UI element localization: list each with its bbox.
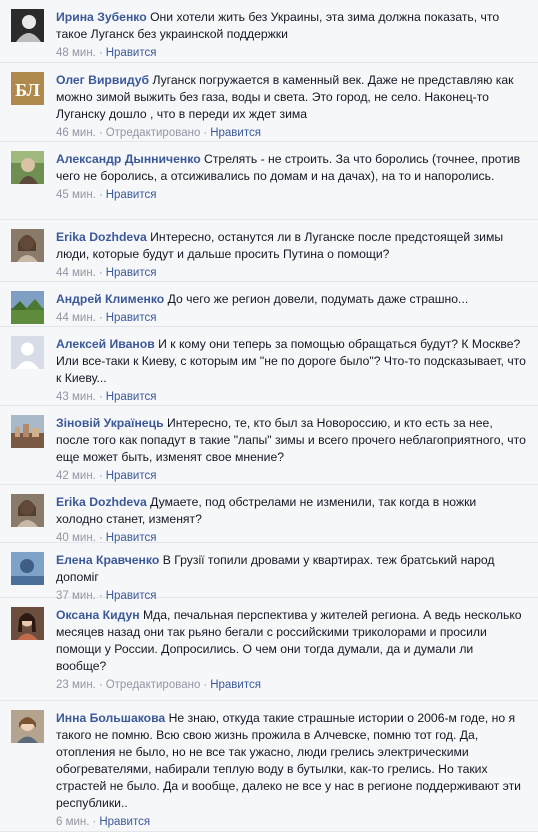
comment-meta: 43 мин. · Нравится [56, 389, 526, 405]
comment-body: Зіновій Українець Интересно, те, кто был… [56, 415, 526, 484]
comment-feed: Ирина Зубенко Они хотели жить без Украин… [0, 0, 538, 832]
comment-author-link[interactable]: Erika Dozhdeva [56, 495, 147, 509]
comment-item: Зіновій Українець Интересно, те, кто был… [0, 406, 538, 485]
comment-item: Erika Dozhdeva Думаете, под обстрелами н… [0, 485, 538, 546]
comment-content: Александр Дынниченко Стрелять - не строи… [56, 151, 526, 185]
avatar[interactable] [11, 291, 44, 324]
meta-separator: · [98, 679, 103, 691]
like-button[interactable]: Нравится [210, 679, 261, 691]
edited-label[interactable]: Отредактировано [106, 127, 201, 139]
comment-author-link[interactable]: Erika Dozhdeva [56, 230, 147, 244]
comment-body: Erika Dozhdeva Интересно, останутся ли в… [56, 229, 526, 281]
comment-timestamp[interactable]: 44 мин. [56, 267, 96, 279]
comment-author-link[interactable]: Александр Дынниченко [56, 152, 201, 166]
comment-author-link[interactable]: Алексей Иванов [56, 337, 155, 351]
meta-separator: · [98, 470, 103, 482]
avatar[interactable] [11, 494, 44, 527]
comment-content: Инна Большакова Не знаю, откуда такие ст… [56, 710, 526, 812]
comment-item: Александр Дынниченко Стрелять - не строи… [0, 142, 538, 220]
comment-content: Erika Dozhdeva Интересно, останутся ли в… [56, 229, 526, 263]
comment-author-link[interactable]: Ирина Зубенко [56, 10, 147, 24]
comment-content: Зіновій Українець Интересно, те, кто был… [56, 415, 526, 466]
avatar[interactable] [11, 229, 44, 262]
avatar[interactable] [11, 607, 44, 640]
comment-text: До чего же регион довели, подумать даже … [167, 292, 469, 306]
comment-timestamp[interactable]: 44 мин. [56, 312, 96, 324]
comment-author-link[interactable]: Андрей Клименко [56, 292, 164, 306]
meta-separator: · [203, 679, 208, 691]
comment-meta: 46 мин. · Отредактировано · Нравится [56, 125, 526, 141]
meta-separator: · [98, 312, 103, 324]
comment-author-link[interactable]: Олег Вирвидуб [56, 73, 149, 87]
comment-body: Елена Кравченко В Грузії топили дровами … [56, 552, 526, 604]
comment-item: Андрей Клименко До чего же регион довели… [0, 282, 538, 327]
comment-timestamp[interactable]: 6 мин. [56, 816, 89, 828]
comment-content: Елена Кравченко В Грузії топили дровами … [56, 552, 526, 586]
meta-separator: · [203, 127, 208, 139]
avatar[interactable] [11, 415, 44, 448]
like-button[interactable]: Нравится [106, 189, 157, 201]
comment-meta: 44 мин. · Нравится [56, 310, 526, 326]
like-button[interactable]: Нравится [106, 391, 157, 403]
comment-author-link[interactable]: Оксана Кидун [56, 608, 140, 622]
comment-timestamp[interactable]: 48 мин. [56, 47, 96, 59]
svg-text:БЛ: БЛ [15, 80, 40, 100]
comment-text: Не знаю, откуда такие страшные истории о… [56, 711, 521, 810]
comment-meta: 42 мин. · Нравится [56, 468, 526, 484]
comment-timestamp[interactable]: 23 мин. [56, 679, 96, 691]
avatar[interactable] [11, 336, 44, 369]
avatar[interactable] [11, 9, 44, 42]
comment-meta: 44 мин. · Нравится [56, 265, 526, 281]
like-button[interactable]: Нравится [106, 470, 157, 482]
like-button[interactable]: Нравится [99, 816, 150, 828]
comment-author-link[interactable]: Зіновій Українець [56, 416, 164, 430]
meta-separator: · [98, 127, 103, 139]
comment-item: Инна Большакова Не знаю, откуда такие ст… [0, 701, 538, 832]
comment-timestamp[interactable]: 46 мин. [56, 127, 96, 139]
comment-meta: 45 мин. · Нравится [56, 187, 526, 203]
comment-body: Андрей Клименко До чего же регион довели… [56, 291, 526, 326]
comment-item: Erika Dozhdeva Интересно, останутся ли в… [0, 220, 538, 282]
like-button[interactable]: Нравится [106, 312, 157, 324]
comment-content: Олег Вирвидуб Луганск погружается в каме… [56, 72, 526, 123]
comment-body: Олег Вирвидуб Луганск погружается в каме… [56, 72, 526, 141]
avatar[interactable] [11, 552, 44, 585]
meta-separator: · [92, 816, 97, 828]
comment-body: Инна Большакова Не знаю, откуда такие ст… [56, 710, 526, 830]
comment-item: Оксана Кидун Мда, печальная перспектива … [0, 598, 538, 701]
like-button[interactable]: Нравится [106, 267, 157, 279]
edited-label[interactable]: Отредактировано [106, 679, 201, 691]
comment-timestamp[interactable]: 45 мин. [56, 189, 96, 201]
comment-content: Алексей Иванов И к кому они теперь за по… [56, 336, 526, 387]
comment-item: Ирина Зубенко Они хотели жить без Украин… [0, 0, 538, 63]
comment-body: Алексей Иванов И к кому они теперь за по… [56, 336, 526, 405]
avatar[interactable] [11, 710, 44, 743]
comment-timestamp[interactable]: 43 мин. [56, 391, 96, 403]
comment-content: Андрей Клименко До чего же регион довели… [56, 291, 526, 308]
comment-timestamp[interactable]: 42 мин. [56, 470, 96, 482]
avatar[interactable]: БЛ [11, 72, 44, 105]
meta-separator: · [98, 189, 103, 201]
comment-author-link[interactable]: Елена Кравченко [56, 553, 159, 567]
comment-meta: 6 мин. · Нравится [56, 814, 526, 830]
comment-content: Оксана Кидун Мда, печальная перспектива … [56, 607, 526, 675]
comment-meta: 48 мин. · Нравится [56, 45, 526, 61]
avatar[interactable] [11, 151, 44, 184]
meta-separator: · [98, 47, 103, 59]
comment-content: Erika Dozhdeva Думаете, под обстрелами н… [56, 494, 526, 528]
comment-body: Александр Дынниченко Стрелять - не строи… [56, 151, 526, 203]
comment-body: Оксана Кидун Мда, печальная перспектива … [56, 607, 526, 693]
comment-body: Erika Dozhdeva Думаете, под обстрелами н… [56, 494, 526, 546]
like-button[interactable]: Нравится [106, 47, 157, 59]
meta-separator: · [98, 267, 103, 279]
comment-item: Елена Кравченко В Грузії топили дровами … [0, 543, 538, 602]
comment-content: Ирина Зубенко Они хотели жить без Украин… [56, 9, 526, 43]
comment-item: Алексей Иванов И к кому они теперь за по… [0, 327, 538, 406]
comment-item: БЛ Олег Вирвидуб Луганск погружается в ка… [0, 63, 538, 142]
comment-body: Ирина Зубенко Они хотели жить без Украин… [56, 9, 526, 61]
meta-separator: · [98, 391, 103, 403]
like-button[interactable]: Нравится [210, 127, 261, 139]
comment-author-link[interactable]: Инна Большакова [56, 711, 165, 725]
comment-meta: 23 мин. · Отредактировано · Нравится [56, 677, 526, 693]
